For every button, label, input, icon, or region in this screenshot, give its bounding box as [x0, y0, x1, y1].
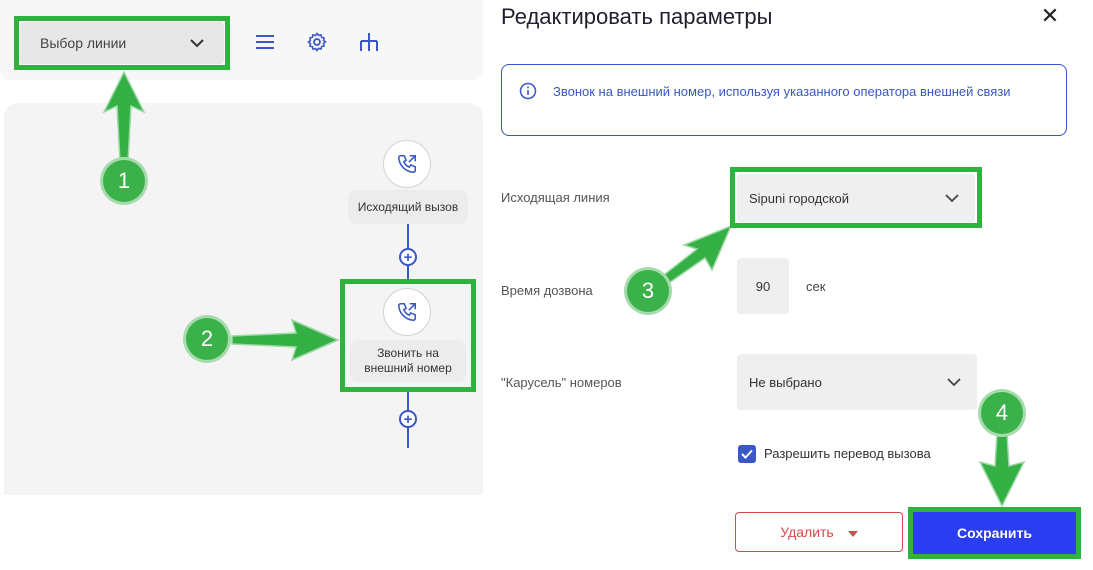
outgoing-line-label: Исходящая линия [501, 190, 610, 205]
arrow-icon [102, 70, 146, 163]
outgoing-line-select[interactable]: Sipuni городской [737, 174, 975, 222]
allow-transfer-label[interactable]: Разрешить перевод вызова [764, 446, 931, 461]
save-button[interactable]: Сохранить [908, 507, 1081, 559]
allow-transfer-checkbox[interactable] [738, 445, 756, 463]
check-icon [741, 449, 753, 459]
dial-time-input[interactable]: 90 [737, 258, 789, 314]
delete-button[interactable]: Удалить [735, 512, 903, 552]
chevron-down-icon [945, 191, 959, 206]
delete-button-label: Удалить [780, 524, 834, 540]
arrow-icon [978, 433, 1026, 508]
carousel-select[interactable]: Не выбрано [737, 354, 977, 410]
step-badge-3: 3 [627, 270, 669, 312]
save-button-label: Сохранить [957, 525, 1032, 541]
step-badge-4: 4 [981, 392, 1023, 434]
step-badge-1: 1 [103, 160, 145, 202]
arrow-icon [658, 224, 733, 287]
dialog-title: Редактировать параметры [501, 4, 773, 29]
step-badge-2: 2 [186, 318, 228, 360]
dial-time-unit: сек [806, 279, 826, 294]
info-icon [519, 82, 537, 105]
arrow-icon [231, 318, 340, 362]
carousel-value: Не выбрано [749, 374, 822, 390]
close-icon[interactable]: ✕ [1040, 5, 1060, 27]
outgoing-line-value: Sipuni городской [749, 190, 850, 206]
info-text: Звонок на внешний номер, используя указа… [553, 84, 1011, 99]
chevron-down-icon [947, 375, 961, 390]
carousel-label: "Карусель" номеров [501, 375, 622, 390]
dial-time-label: Время дозвона [501, 283, 593, 298]
caret-down-icon [847, 524, 858, 540]
